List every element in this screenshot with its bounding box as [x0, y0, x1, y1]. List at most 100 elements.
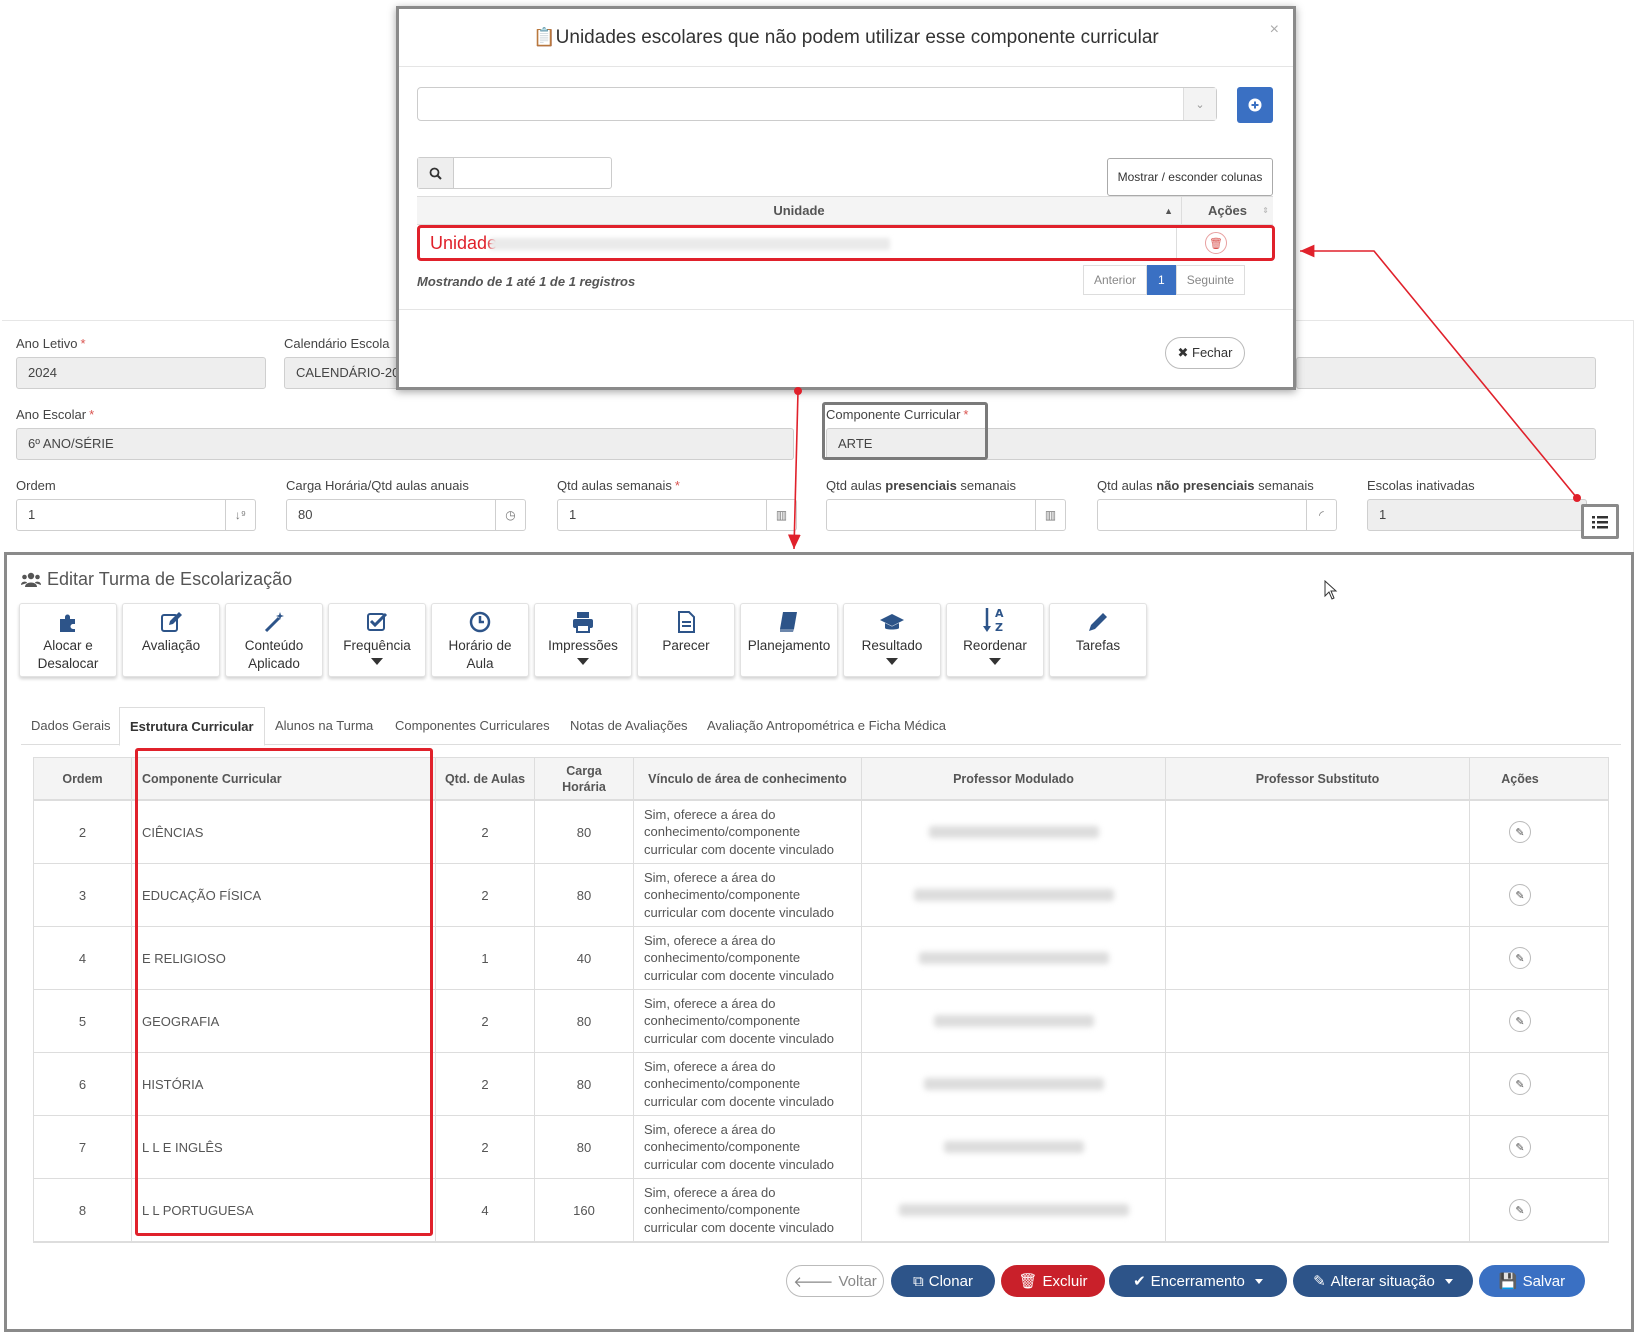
tab-notas-avaliacoes[interactable]: Notas de Avaliações: [560, 707, 698, 745]
row-separator: [1176, 228, 1177, 258]
toolbar-button-avalia-o[interactable]: Avaliação: [122, 603, 220, 677]
toolbar-button-label: Impressões: [548, 638, 618, 653]
calendario-field[interactable]: CALENDÁRIO-20: [284, 357, 414, 389]
file-icon: [638, 604, 734, 634]
cell-acoes: ✎: [1470, 990, 1570, 1052]
cell-ordem: 3: [34, 864, 132, 926]
calendario-label: Calendário Escola: [284, 336, 390, 351]
toolbar-button-tarefas[interactable]: Tarefas: [1049, 603, 1147, 677]
escolas-inativadas-field[interactable]: 1: [1367, 499, 1587, 531]
col-acoes-modal[interactable]: Ações ⇕: [1182, 197, 1273, 225]
add-unidade-button[interactable]: [1237, 87, 1273, 123]
cell-carga: 160: [535, 1179, 634, 1241]
pager-next[interactable]: Seguinte: [1175, 265, 1246, 295]
ordem-label: Ordem: [16, 478, 56, 493]
edit-row-icon[interactable]: ✎: [1509, 1073, 1531, 1095]
cell-vinculo: Sim, oferece a área do conhecimento/comp…: [634, 990, 862, 1052]
ano-escolar-field[interactable]: 6º ANO/SÉRIE: [16, 428, 794, 460]
unidade-select[interactable]: ⌄: [417, 87, 1217, 121]
toolbar-button-alocar-e[interactable]: Alocar e Desalocar: [19, 603, 117, 677]
fechar-button[interactable]: ✖ Fechar: [1165, 337, 1245, 369]
nao-presenciais-field[interactable]: ◜: [1097, 499, 1337, 531]
cell-acoes: ✎: [1470, 1116, 1570, 1178]
carga-field[interactable]: 80 ◷: [286, 499, 526, 531]
edit-row-icon[interactable]: ✎: [1509, 947, 1531, 969]
cell-qtd: 2: [436, 801, 535, 863]
col-ordem[interactable]: Ordem: [34, 758, 132, 799]
toolbar-button-label: Tarefas: [1075, 638, 1121, 653]
toolbar-button-label: Planejamento: [747, 638, 831, 653]
col-vinculo[interactable]: Vínculo de área de conhecimento: [634, 758, 862, 799]
toolbar-button-hor-rio-de[interactable]: Horário de Aula: [431, 603, 529, 677]
edit-row-icon[interactable]: ✎: [1509, 1199, 1531, 1221]
ordem-field[interactable]: 1 ↓⁹: [16, 499, 256, 531]
caret-down-icon: [1254, 1278, 1263, 1284]
cell-ordem: 2: [34, 801, 132, 863]
cell-qtd: 2: [436, 864, 535, 926]
tab-avaliacao-antropometrica[interactable]: Avaliação Antropométrica e Ficha Médica: [697, 707, 956, 745]
col-carga[interactable]: Carga Horária: [535, 758, 634, 799]
cell-vinculo: Sim, oferece a área do conhecimento/comp…: [634, 864, 862, 926]
cell-professor-modulado: [862, 801, 1166, 863]
toolbar-button-label: Resultado: [861, 638, 923, 653]
cell-qtd: 4: [436, 1179, 535, 1241]
clonar-button[interactable]: ⧉ Clonar: [891, 1265, 995, 1297]
cell-professor-modulado: [862, 1179, 1166, 1241]
toggle-columns-button[interactable]: Mostrar / esconder colunas: [1107, 158, 1273, 196]
salvar-button[interactable]: 💾 Salvar: [1479, 1265, 1585, 1297]
encerramento-button[interactable]: ✔ Encerramento: [1109, 1265, 1287, 1297]
svg-text:A: A: [995, 607, 1004, 620]
toolbar-button-label: Horário de Aula: [448, 638, 512, 671]
col-professor-modulado[interactable]: Professor Modulado: [862, 758, 1166, 799]
edit-row-icon[interactable]: ✎: [1509, 884, 1531, 906]
excluir-button[interactable]: 🗑 Excluir: [1001, 1265, 1105, 1297]
tab-alunos-na-turma[interactable]: Alunos na Turma: [265, 707, 383, 745]
escolas-inativadas-list-button[interactable]: [1581, 504, 1619, 539]
modal-search[interactable]: [417, 157, 612, 189]
edit-row-icon[interactable]: ✎: [1509, 1136, 1531, 1158]
cell-qtd: 1: [436, 927, 535, 989]
pager-prev[interactable]: Anterior: [1083, 265, 1148, 295]
list-icon: [1592, 515, 1608, 528]
ano-letivo-field[interactable]: 2024: [16, 357, 266, 389]
professor-name-blurred: [933, 1015, 1094, 1027]
magic-wand-icon: [226, 604, 322, 634]
voltar-button[interactable]: 🡐 Voltar: [786, 1265, 884, 1297]
tab-bar: Dados Gerais Estrutura Curricular Alunos…: [21, 707, 1621, 746]
clock-icon: [432, 604, 528, 634]
presenciais-field[interactable]: ▥: [826, 499, 1066, 531]
delete-unidade-icon[interactable]: 🗑: [1205, 232, 1227, 254]
modal-close-button[interactable]: ×: [1270, 21, 1279, 39]
edit-row-icon[interactable]: ✎: [1509, 1010, 1531, 1032]
toolbar-button-reordenar[interactable]: A Z Reordenar: [946, 603, 1044, 677]
toolbar-button-label: Avaliação: [141, 638, 201, 653]
col-professor-substituto[interactable]: Professor Substituto: [1166, 758, 1470, 799]
col-unidade[interactable]: Unidade ▲: [417, 197, 1182, 225]
toolbar-button-frequ-ncia[interactable]: Frequência: [328, 603, 426, 677]
cell-vinculo: Sim, oferece a área do conhecimento/comp…: [634, 801, 862, 863]
toolbar-button-resultado[interactable]: Resultado: [843, 603, 941, 677]
edit-row-icon[interactable]: ✎: [1509, 821, 1531, 843]
cell-carga: 80: [535, 801, 634, 863]
check-icon: ✔: [1133, 1273, 1146, 1290]
professor-name-blurred: [918, 952, 1109, 964]
alterar-situacao-button[interactable]: ✎ Alterar situação: [1293, 1265, 1473, 1297]
toolbar-button-planejamento[interactable]: Planejamento: [740, 603, 838, 677]
col-qtd[interactable]: Qtd. de Aulas: [436, 758, 535, 799]
tab-componentes-curriculares[interactable]: Componentes Curriculares: [385, 707, 560, 745]
pager-page-1[interactable]: 1: [1147, 265, 1176, 295]
clipboard-icon: 📋: [533, 27, 556, 47]
cell-professor-substituto: [1166, 1053, 1470, 1115]
arrow-left-icon: 🡐: [793, 1273, 834, 1291]
qtd-semanais-field[interactable]: 1 ▥: [557, 499, 797, 531]
cell-professor-substituto: [1166, 1179, 1470, 1241]
cell-acoes: ✎: [1470, 927, 1570, 989]
cell-acoes: ✎: [1470, 801, 1570, 863]
toolbar-button-impress-es[interactable]: Impressões: [534, 603, 632, 677]
tab-estrutura-curricular[interactable]: Estrutura Curricular: [119, 707, 265, 746]
tab-dados-gerais[interactable]: Dados Gerais: [21, 707, 120, 745]
nao-presenciais-label: Qtd aulas não presenciais semanais: [1097, 478, 1314, 493]
bar-chart-icon: ▥: [766, 500, 796, 530]
toolbar-button-conte-do[interactable]: Conteúdo Aplicado: [225, 603, 323, 677]
toolbar-button-parecer[interactable]: Parecer: [637, 603, 735, 677]
